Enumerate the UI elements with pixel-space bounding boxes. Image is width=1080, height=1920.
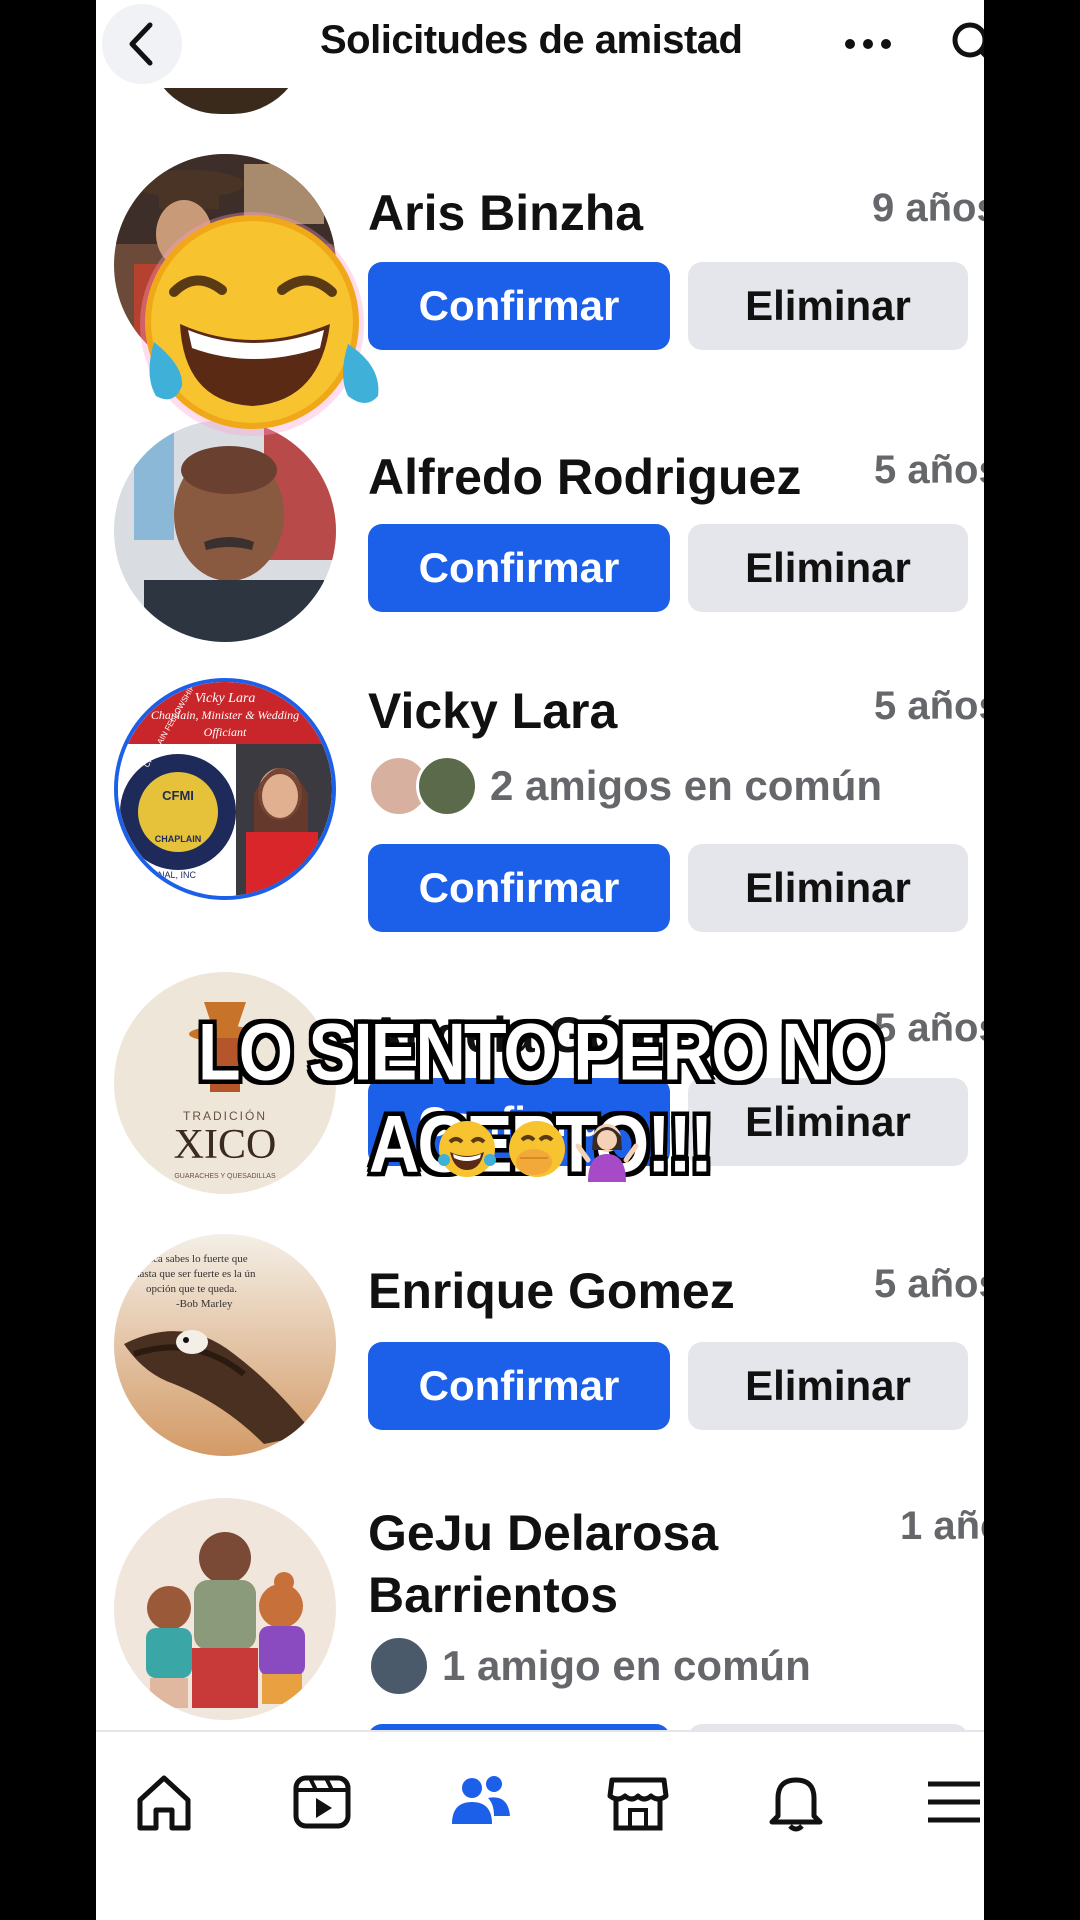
friend-requests-screen: Solicitudes de amistad Aris Binzha 9 año… bbox=[96, 0, 984, 1920]
request-name[interactable]: GeJu Delarosa Barrientos bbox=[368, 1502, 788, 1626]
avatar-text: Vicky Lara bbox=[195, 691, 256, 706]
home-icon bbox=[137, 1775, 191, 1831]
back-button[interactable] bbox=[102, 4, 182, 84]
avatar-text: -Bob Marley bbox=[176, 1298, 233, 1310]
friends-icon bbox=[452, 1776, 510, 1824]
request-time: 1 año bbox=[900, 1504, 984, 1548]
shrug-emoji bbox=[574, 1116, 640, 1182]
delete-button[interactable]: Eliminar bbox=[688, 262, 968, 350]
request-time: 9 años bbox=[872, 186, 984, 230]
delete-button[interactable]: Eliminar bbox=[688, 844, 968, 932]
request-name[interactable]: Vicky Lara bbox=[368, 680, 617, 742]
avatar-text: CFMI bbox=[162, 788, 194, 803]
nav-friends[interactable] bbox=[444, 1766, 516, 1838]
avatar[interactable] bbox=[114, 1498, 336, 1720]
bottom-navigation bbox=[96, 1730, 984, 1920]
confirm-button[interactable]: Confirmar bbox=[368, 1342, 670, 1430]
avatar-text: hasta que ser fuerte es la ún bbox=[134, 1268, 256, 1280]
mutual-friends-text: 1 amigo en común bbox=[442, 1642, 811, 1689]
nav-home[interactable] bbox=[128, 1766, 200, 1838]
avatar[interactable] bbox=[114, 420, 336, 642]
nav-notifications[interactable] bbox=[760, 1766, 832, 1838]
delete-button[interactable]: Eliminar bbox=[688, 524, 968, 612]
mutual-avatar bbox=[416, 755, 478, 817]
mutual-friends[interactable]: 2 amigos en común bbox=[368, 755, 883, 817]
avatar[interactable]: Vicky Lara Chaplain, Minister & Wedding … bbox=[114, 678, 336, 900]
mutual-friends[interactable]: 1 amigo en común bbox=[368, 1635, 811, 1697]
delete-button[interactable]: Eliminar bbox=[688, 1342, 968, 1430]
request-time: 5 años bbox=[874, 1262, 984, 1306]
tears-of-joy-emoji bbox=[434, 1116, 500, 1182]
mutual-friends-text: 2 amigos en común bbox=[490, 762, 883, 809]
request-time: 5 años bbox=[874, 684, 984, 728]
request-name[interactable]: Enrique Gomez bbox=[368, 1260, 735, 1322]
page-title: Solicitudes de amistad bbox=[320, 18, 743, 62]
request-name[interactable]: Alfredo Rodriguez bbox=[368, 446, 801, 508]
search-button[interactable] bbox=[948, 18, 984, 68]
bell-icon bbox=[769, 1777, 823, 1832]
avatar-text: CHAPLAIN bbox=[155, 834, 202, 844]
avatar-text: NAL, INC bbox=[158, 870, 197, 880]
request-time: 5 años bbox=[874, 448, 984, 492]
chevron-left-icon bbox=[129, 22, 153, 66]
nav-video[interactable] bbox=[286, 1766, 358, 1838]
mutual-avatar bbox=[368, 1635, 430, 1697]
avatar-text: Officiant bbox=[204, 725, 247, 739]
nav-menu[interactable] bbox=[918, 1766, 984, 1838]
avatar[interactable]: Nunca sabes lo fuerte que hasta que ser … bbox=[114, 1234, 336, 1456]
video-icon bbox=[293, 1775, 351, 1829]
top-bar: Solicitudes de amistad bbox=[96, 0, 984, 88]
marketplace-icon bbox=[607, 1777, 669, 1831]
confirm-button[interactable]: Confirmar bbox=[368, 844, 670, 932]
caption-emojis bbox=[434, 1116, 640, 1182]
avatar-text: opción que te queda. bbox=[146, 1283, 237, 1295]
avatar-text: Nunca sabes lo fuerte que bbox=[134, 1253, 248, 1265]
confirm-button[interactable]: Confirmar bbox=[368, 524, 670, 612]
more-options-button[interactable] bbox=[840, 22, 900, 62]
menu-icon bbox=[928, 1781, 980, 1823]
hand-over-mouth-emoji bbox=[504, 1116, 570, 1182]
nav-marketplace[interactable] bbox=[602, 1766, 674, 1838]
search-icon bbox=[952, 22, 984, 58]
rolling-laughing-emoji bbox=[134, 206, 424, 446]
more-horizontal-icon bbox=[845, 39, 891, 49]
